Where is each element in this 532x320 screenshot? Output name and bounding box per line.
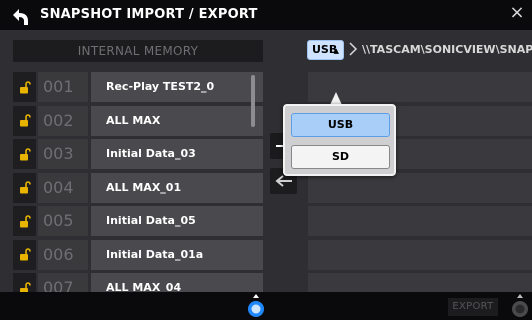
folder-path: \\TASCAM\SONICVIEW\SNAPSHOT\: [362, 43, 532, 56]
external-list-row[interactable]: [308, 172, 532, 203]
lock-toggle[interactable]: [13, 105, 36, 136]
snapshot-name: ALL MAX: [91, 105, 263, 136]
arrow-left-icon: [274, 175, 292, 187]
snapshot-name: Rec-Play TEST2_0: [91, 72, 263, 102]
snapshot-name: ALL MAX_01: [91, 172, 263, 203]
drive-option-usb[interactable]: USB: [291, 113, 390, 137]
snapshot-number: 002: [38, 105, 88, 136]
drive-dropdown: USB SD: [283, 104, 396, 176]
lock-toggle[interactable]: [13, 206, 36, 236]
lock-toggle[interactable]: [13, 139, 36, 169]
snapshot-name: Initial Data_01a: [91, 239, 263, 270]
snapshot-number: 004: [38, 172, 88, 203]
back-arrow-icon: [13, 9, 28, 25]
main-panel: INTERNAL MEMORY USB ▲ \\TASCAM\SONICVIEW…: [0, 30, 532, 303]
caret-up-icon: ▲: [333, 47, 339, 55]
footer-bar: EXPORT: [0, 292, 532, 320]
unlocked-padlock-icon: [19, 114, 31, 127]
table-row[interactable]: 001 Rec-Play TEST2_0: [13, 72, 263, 102]
unlocked-padlock-icon: [19, 181, 31, 194]
table-row[interactable]: 006 Initial Data_01a: [13, 239, 263, 270]
table-row[interactable]: 004 ALL MAX_01: [13, 172, 263, 203]
table-row[interactable]: 005 Initial Data_05: [13, 206, 263, 236]
unlocked-padlock-icon: [19, 214, 31, 227]
unlocked-padlock-icon: [19, 80, 31, 93]
snapshot-number: 001: [38, 72, 88, 102]
table-row[interactable]: 002 ALL MAX: [13, 105, 263, 136]
encoder-knob-icon[interactable]: [246, 294, 266, 318]
export-button[interactable]: EXPORT: [448, 298, 498, 316]
back-button[interactable]: [6, 4, 32, 28]
lock-toggle[interactable]: [13, 72, 36, 102]
internal-memory-header: INTERNAL MEMORY: [13, 40, 263, 62]
snapshot-list: 001 Rec-Play TEST2_0 002 ALL MAX 003 Initial …: [13, 72, 263, 307]
title-bar: SNAPSHOT IMPORT / EXPORT ×: [0, 0, 532, 30]
snapshot-name: Initial Data_03: [91, 139, 263, 169]
unlocked-padlock-icon: [19, 147, 31, 160]
snapshot-name: Initial Data_05: [91, 206, 263, 236]
external-list-row[interactable]: [308, 273, 532, 292]
snapshot-number: 005: [38, 206, 88, 236]
window-title: SNAPSHOT IMPORT / EXPORT: [40, 7, 258, 22]
table-row[interactable]: 003 Initial Data_03: [13, 139, 263, 169]
chevron-right-icon: [349, 42, 358, 56]
close-button[interactable]: ×: [508, 3, 526, 23]
lock-toggle[interactable]: [13, 239, 36, 270]
encoder-knob-icon[interactable]: [510, 294, 530, 318]
external-list-row[interactable]: [308, 239, 532, 270]
snapshot-number: 003: [38, 139, 88, 169]
unlocked-padlock-icon: [19, 248, 31, 261]
external-list-row[interactable]: [308, 206, 532, 236]
drive-select[interactable]: USB ▲: [307, 40, 344, 60]
scrollbar[interactable]: [251, 75, 255, 127]
snapshot-number: 006: [38, 239, 88, 270]
lock-toggle[interactable]: [13, 172, 36, 203]
drive-option-sd[interactable]: SD: [291, 145, 390, 169]
